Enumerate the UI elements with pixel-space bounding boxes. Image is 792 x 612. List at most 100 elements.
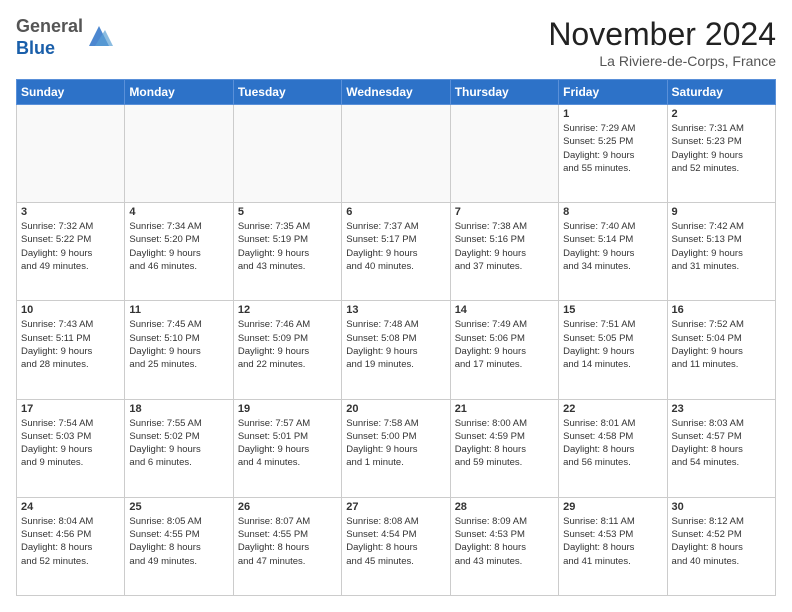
day-number: 5 <box>238 206 337 218</box>
day-number: 2 <box>672 108 771 120</box>
day-info: Sunrise: 7:52 AM Sunset: 5:04 PM Dayligh… <box>672 318 771 371</box>
day-info: Sunrise: 7:58 AM Sunset: 5:00 PM Dayligh… <box>346 417 445 470</box>
day-info: Sunrise: 7:43 AM Sunset: 5:11 PM Dayligh… <box>21 318 120 371</box>
day-info: Sunrise: 8:04 AM Sunset: 4:56 PM Dayligh… <box>21 515 120 568</box>
day-info: Sunrise: 7:40 AM Sunset: 5:14 PM Dayligh… <box>563 220 662 273</box>
calendar-cell: 18 Sunrise: 7:55 AM Sunset: 5:02 PM Dayli… <box>125 399 233 497</box>
calendar-cell: 5 Sunrise: 7:35 AM Sunset: 5:19 PM Daylig… <box>233 203 341 301</box>
day-number: 9 <box>672 206 771 218</box>
logo: General Blue <box>16 16 113 59</box>
weekday-header-thursday: Thursday <box>450 80 558 105</box>
day-info: Sunrise: 8:01 AM Sunset: 4:58 PM Dayligh… <box>563 417 662 470</box>
day-number: 6 <box>346 206 445 218</box>
day-number: 22 <box>563 403 662 415</box>
calendar-table: SundayMondayTuesdayWednesdayThursdayFrid… <box>16 79 776 596</box>
day-number: 12 <box>238 304 337 316</box>
calendar-cell <box>342 105 450 203</box>
day-info: Sunrise: 7:34 AM Sunset: 5:20 PM Dayligh… <box>129 220 228 273</box>
calendar-cell <box>17 105 125 203</box>
week-row-1: 3 Sunrise: 7:32 AM Sunset: 5:22 PM Daylig… <box>17 203 776 301</box>
weekday-header-row: SundayMondayTuesdayWednesdayThursdayFrid… <box>17 80 776 105</box>
calendar-cell: 17Sunrise: 7:54 AM Sunset: 5:03 PM Dayli… <box>17 399 125 497</box>
location: La Riviere-de-Corps, France <box>548 53 776 69</box>
calendar-cell: 4 Sunrise: 7:34 AM Sunset: 5:20 PM Daylig… <box>125 203 233 301</box>
day-number: 16 <box>672 304 771 316</box>
day-info: Sunrise: 8:11 AM Sunset: 4:53 PM Dayligh… <box>563 515 662 568</box>
day-number: 27 <box>346 501 445 513</box>
day-info: Sunrise: 7:54 AM Sunset: 5:03 PM Dayligh… <box>21 417 120 470</box>
day-number: 1 <box>563 108 662 120</box>
calendar-cell: 11Sunrise: 7:45 AM Sunset: 5:10 PM Dayli… <box>125 301 233 399</box>
day-number: 8 <box>563 206 662 218</box>
calendar-cell: 3 Sunrise: 7:32 AM Sunset: 5:22 PM Daylig… <box>17 203 125 301</box>
logo-blue: Blue <box>16 38 55 58</box>
weekday-header-wednesday: Wednesday <box>342 80 450 105</box>
day-number: 15 <box>563 304 662 316</box>
day-number: 24 <box>21 501 120 513</box>
day-info: Sunrise: 7:55 AM Sunset: 5:02 PM Dayligh… <box>129 417 228 470</box>
logo-icon <box>85 22 113 50</box>
day-number: 20 <box>346 403 445 415</box>
calendar-cell: 16 Sunrise: 7:52 AM Sunset: 5:04 PM Dayli… <box>667 301 775 399</box>
calendar-cell: 24 Sunrise: 8:04 AM Sunset: 4:56 PM Dayli… <box>17 497 125 595</box>
logo-general: General <box>16 16 83 36</box>
day-info: Sunrise: 7:46 AM Sunset: 5:09 PM Dayligh… <box>238 318 337 371</box>
calendar-cell: 23 Sunrise: 8:03 AM Sunset: 4:57 PM Dayli… <box>667 399 775 497</box>
calendar-cell: 29 Sunrise: 8:11 AM Sunset: 4:53 PM Dayli… <box>559 497 667 595</box>
day-number: 23 <box>672 403 771 415</box>
week-row-4: 24 Sunrise: 8:04 AM Sunset: 4:56 PM Dayli… <box>17 497 776 595</box>
weekday-header-sunday: Sunday <box>17 80 125 105</box>
header: General Blue November 2024 La Riviere-de… <box>16 16 776 69</box>
day-info: Sunrise: 7:57 AM Sunset: 5:01 PM Dayligh… <box>238 417 337 470</box>
calendar-cell: 22 Sunrise: 8:01 AM Sunset: 4:58 PM Dayli… <box>559 399 667 497</box>
day-number: 26 <box>238 501 337 513</box>
page-container: General Blue November 2024 La Riviere-de… <box>0 0 792 612</box>
calendar-cell: 28 Sunrise: 8:09 AM Sunset: 4:53 PM Dayli… <box>450 497 558 595</box>
calendar-cell: 6 Sunrise: 7:37 AM Sunset: 5:17 PM Daylig… <box>342 203 450 301</box>
logo-text: General Blue <box>16 16 83 59</box>
calendar-cell: 19Sunrise: 7:57 AM Sunset: 5:01 PM Dayli… <box>233 399 341 497</box>
week-row-0: 1 Sunrise: 7:29 AM Sunset: 5:25 PM Daylig… <box>17 105 776 203</box>
day-info: Sunrise: 8:09 AM Sunset: 4:53 PM Dayligh… <box>455 515 554 568</box>
day-info: Sunrise: 7:51 AM Sunset: 5:05 PM Dayligh… <box>563 318 662 371</box>
calendar-cell: 2Sunrise: 7:31 AM Sunset: 5:23 PM Daylig… <box>667 105 775 203</box>
calendar-cell: 12 Sunrise: 7:46 AM Sunset: 5:09 PM Dayli… <box>233 301 341 399</box>
calendar-cell: 10 Sunrise: 7:43 AM Sunset: 5:11 PM Dayli… <box>17 301 125 399</box>
day-info: Sunrise: 7:38 AM Sunset: 5:16 PM Dayligh… <box>455 220 554 273</box>
day-info: Sunrise: 7:42 AM Sunset: 5:13 PM Dayligh… <box>672 220 771 273</box>
day-number: 13 <box>346 304 445 316</box>
week-row-3: 17Sunrise: 7:54 AM Sunset: 5:03 PM Dayli… <box>17 399 776 497</box>
calendar-cell: 9 Sunrise: 7:42 AM Sunset: 5:13 PM Daylig… <box>667 203 775 301</box>
calendar-cell: 15 Sunrise: 7:51 AM Sunset: 5:05 PM Dayli… <box>559 301 667 399</box>
day-info: Sunrise: 8:03 AM Sunset: 4:57 PM Dayligh… <box>672 417 771 470</box>
day-info: Sunrise: 7:35 AM Sunset: 5:19 PM Dayligh… <box>238 220 337 273</box>
calendar-cell: 25Sunrise: 8:05 AM Sunset: 4:55 PM Dayli… <box>125 497 233 595</box>
calendar-cell <box>233 105 341 203</box>
calendar-cell: 20 Sunrise: 7:58 AM Sunset: 5:00 PM Dayli… <box>342 399 450 497</box>
week-row-2: 10 Sunrise: 7:43 AM Sunset: 5:11 PM Dayli… <box>17 301 776 399</box>
calendar-cell <box>125 105 233 203</box>
day-info: Sunrise: 7:32 AM Sunset: 5:22 PM Dayligh… <box>21 220 120 273</box>
day-number: 18 <box>129 403 228 415</box>
day-number: 4 <box>129 206 228 218</box>
day-number: 11 <box>129 304 228 316</box>
day-number: 7 <box>455 206 554 218</box>
calendar-cell: 1 Sunrise: 7:29 AM Sunset: 5:25 PM Daylig… <box>559 105 667 203</box>
title-block: November 2024 La Riviere-de-Corps, Franc… <box>548 16 776 69</box>
day-number: 10 <box>21 304 120 316</box>
calendar-cell: 27Sunrise: 8:08 AM Sunset: 4:54 PM Dayli… <box>342 497 450 595</box>
day-number: 3 <box>21 206 120 218</box>
day-info: Sunrise: 8:05 AM Sunset: 4:55 PM Dayligh… <box>129 515 228 568</box>
day-info: Sunrise: 8:07 AM Sunset: 4:55 PM Dayligh… <box>238 515 337 568</box>
month-title: November 2024 <box>548 16 776 53</box>
weekday-header-tuesday: Tuesday <box>233 80 341 105</box>
day-info: Sunrise: 7:37 AM Sunset: 5:17 PM Dayligh… <box>346 220 445 273</box>
day-info: Sunrise: 8:12 AM Sunset: 4:52 PM Dayligh… <box>672 515 771 568</box>
day-number: 29 <box>563 501 662 513</box>
day-number: 28 <box>455 501 554 513</box>
calendar-cell: 7 Sunrise: 7:38 AM Sunset: 5:16 PM Daylig… <box>450 203 558 301</box>
day-info: Sunrise: 7:29 AM Sunset: 5:25 PM Dayligh… <box>563 122 662 175</box>
calendar-cell: 14Sunrise: 7:49 AM Sunset: 5:06 PM Dayli… <box>450 301 558 399</box>
calendar-cell: 30Sunrise: 8:12 AM Sunset: 4:52 PM Dayli… <box>667 497 775 595</box>
day-info: Sunrise: 7:49 AM Sunset: 5:06 PM Dayligh… <box>455 318 554 371</box>
